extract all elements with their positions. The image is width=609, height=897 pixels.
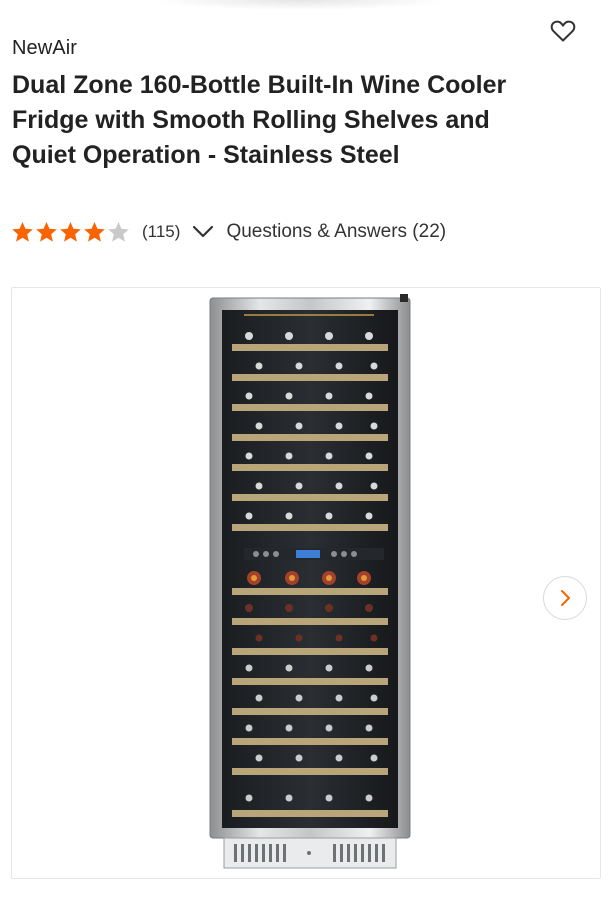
review-count[interactable]: (115): [142, 222, 180, 242]
product-brand[interactable]: NewAir: [12, 37, 77, 60]
star-icon: [60, 222, 81, 242]
star-icon: [84, 222, 105, 242]
star-icon: [108, 222, 129, 242]
chevron-down-icon[interactable]: [192, 225, 214, 239]
star-icon: [12, 222, 33, 242]
star-rating[interactable]: [11, 221, 130, 243]
next-image-button[interactable]: [543, 576, 587, 620]
product-image-carousel: [11, 287, 601, 879]
star-icon: [36, 222, 57, 242]
product-image-wine-cooler[interactable]: [204, 288, 416, 878]
header-shadow: [150, 0, 450, 10]
rating-row: (115) Questions & Answers (22): [11, 218, 446, 246]
questions-answers-link[interactable]: Questions & Answers (22): [226, 221, 446, 243]
heart-icon: [550, 20, 576, 42]
favorite-button[interactable]: [550, 19, 576, 43]
product-title: Dual Zone 160-Bottle Built-In Wine Coole…: [12, 71, 507, 169]
chevron-right-icon: [561, 590, 570, 606]
